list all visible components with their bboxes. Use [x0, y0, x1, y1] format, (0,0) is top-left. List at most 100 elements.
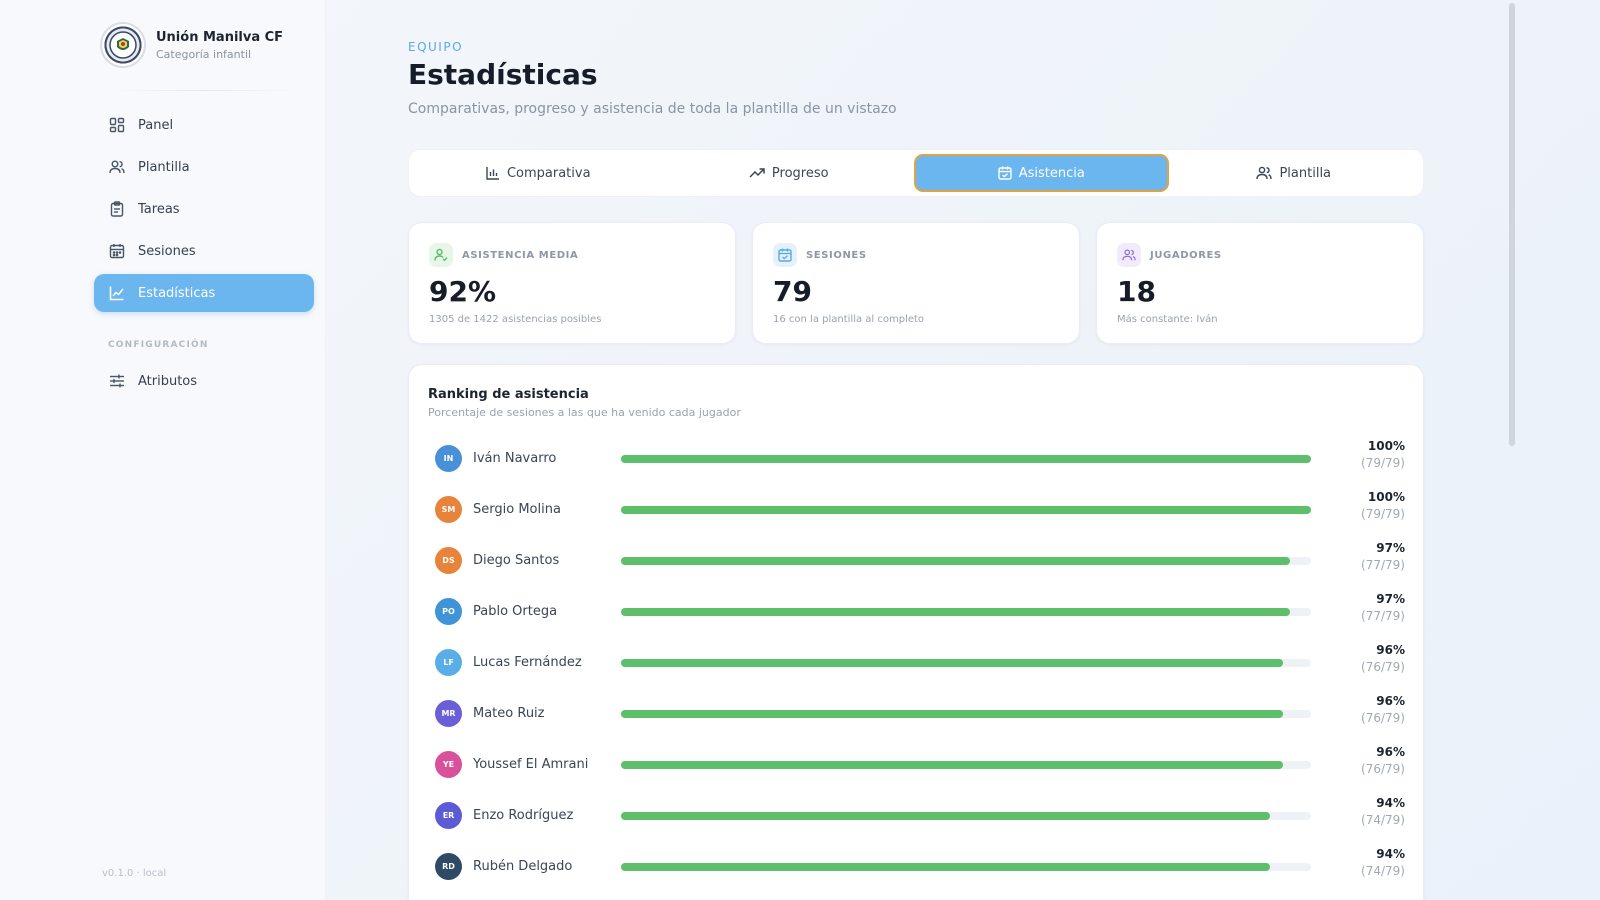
percent-value: 96% [1376, 694, 1405, 708]
player-name: Pablo Ortega [473, 604, 558, 619]
sidebar-item-panel[interactable]: Panel [94, 106, 314, 144]
tab-asistencia[interactable]: Asistencia [914, 154, 1169, 192]
page-eyebrow: EQUIPO [408, 40, 464, 54]
stat-sub: 16 con la plantilla al completo [773, 314, 925, 325]
avatar: IN [435, 445, 462, 472]
attendance-percent: 96% (76/79) [1361, 694, 1405, 725]
sidebar-item-atributos[interactable]: Atributos [94, 362, 314, 400]
attendance-bar-fill [621, 811, 1270, 820]
attendance-bar [621, 658, 1311, 667]
stat-value: 18 [1117, 275, 1156, 308]
session-count: (77/79) [1361, 558, 1405, 572]
avatar: PO [435, 598, 462, 625]
session-count: (76/79) [1361, 660, 1405, 674]
sidebar-item-label: Plantilla [138, 159, 190, 175]
ranking-list: IN Iván Navarro 100% (79/79) SM Sergio Molina… [435, 433, 1405, 892]
sidebar-item-plantilla[interactable]: Plantilla [94, 148, 314, 186]
trending-up-icon [749, 166, 765, 180]
attendance-percent: 96% (76/79) [1361, 643, 1405, 674]
stat-value: 92% [429, 275, 497, 308]
attendance-bar [621, 760, 1311, 769]
version-label: v0.1.0 · local [102, 868, 167, 879]
stat-value: 79 [773, 275, 812, 308]
grid-icon [108, 116, 126, 134]
chart-line-icon [108, 284, 126, 302]
bar-chart-icon [486, 166, 500, 180]
attendance-bar-fill [621, 556, 1291, 565]
sidebar-item-label: Tareas [138, 201, 180, 217]
page-title: Estadísticas [408, 58, 598, 91]
list-item: IN Iván Navarro 100% (79/79) [435, 433, 1405, 484]
player-name: Youssef El Amrani [473, 757, 589, 772]
sidebar-item-label: Panel [138, 117, 174, 133]
percent-value: 94% [1376, 796, 1405, 810]
session-count: (79/79) [1361, 507, 1405, 521]
session-count: (76/79) [1361, 762, 1405, 776]
attendance-bar [621, 454, 1311, 463]
attendance-bar-fill [621, 454, 1311, 463]
attendance-bar [621, 811, 1311, 820]
list-item: PO Pablo Ortega 97% (77/79) [435, 586, 1405, 637]
avatar: YE [435, 751, 462, 778]
nav-section-config: CONFIGURACIÓN [108, 340, 209, 350]
calendar-check-icon [773, 243, 797, 267]
sidebar-item-tareas[interactable]: Tareas [94, 190, 314, 228]
users-icon [1256, 166, 1273, 180]
attendance-bar-fill [621, 760, 1284, 769]
session-count: (77/79) [1361, 609, 1405, 623]
main-nav: Panel Plantilla Tareas Sesiones Estadíst… [94, 106, 314, 316]
list-item: SM Sergio Molina 100% (79/79) [435, 484, 1405, 535]
percent-value: 96% [1376, 745, 1405, 759]
scrollbar-thumb[interactable] [1509, 3, 1515, 446]
ranking-title: Ranking de asistencia [428, 387, 589, 402]
attendance-bar-fill [621, 505, 1311, 514]
player-name: Sergio Molina [473, 502, 561, 517]
session-count: (74/79) [1361, 864, 1405, 878]
sliders-icon [108, 372, 126, 390]
player-name: Rubén Delgado [473, 859, 573, 874]
club-logo [100, 22, 146, 68]
sidebar-item-label: Sesiones [138, 243, 196, 259]
list-item: RD Rubén Delgado 94% (74/79) [435, 841, 1405, 892]
percent-value: 96% [1376, 643, 1405, 657]
tab-comparativa[interactable]: Comparativa [413, 154, 664, 192]
player-name: Diego Santos [473, 553, 560, 568]
player-name: Iván Navarro [473, 451, 557, 466]
percent-value: 97% [1376, 541, 1405, 555]
tab-plantilla[interactable]: Plantilla [1169, 154, 1420, 192]
session-count: (76/79) [1361, 711, 1405, 725]
club-category: Categoría infantil [156, 47, 252, 61]
attendance-bar [621, 709, 1311, 718]
attendance-bar [621, 505, 1311, 514]
scrollbar[interactable] [1508, 0, 1516, 900]
sidebar: Unión Manilva CF Categoría infantil Pane… [0, 0, 326, 900]
page-subtitle: Comparativas, progreso y asistencia de t… [408, 101, 897, 117]
stat-cards: ASISTENCIA MEDIA 92% 1305 de 1422 asiste… [408, 222, 1424, 344]
attendance-percent: 94% (74/79) [1361, 796, 1405, 827]
list-item: LF Lucas Fernández 96% (76/79) [435, 637, 1405, 688]
club-name: Unión Manilva CF [156, 29, 284, 45]
sidebar-item-label: Atributos [138, 373, 198, 389]
attendance-bar [621, 556, 1311, 565]
attendance-bar-fill [621, 709, 1284, 718]
attendance-percent: 100% (79/79) [1361, 439, 1405, 470]
attendance-percent: 94% (74/79) [1361, 847, 1405, 878]
brand[interactable]: Unión Manilva CF Categoría infantil [100, 22, 283, 68]
stats-tabs: Comparativa Progreso Asistencia Plantill… [408, 149, 1424, 197]
stat-label: JUGADORES [1150, 249, 1222, 261]
divider [110, 90, 298, 91]
list-item: YE Youssef El Amrani 96% (76/79) [435, 739, 1405, 790]
tab-label: Progreso [771, 165, 829, 181]
sidebar-item-estadisticas[interactable]: Estadísticas [94, 274, 314, 312]
sidebar-item-sesiones[interactable]: Sesiones [94, 232, 314, 270]
avatar: SM [435, 496, 462, 523]
attendance-bar [621, 607, 1311, 616]
list-item: ER Enzo Rodríguez 94% (74/79) [435, 790, 1405, 841]
attendance-bar [621, 862, 1311, 871]
list-item: MR Mateo Ruiz 96% (76/79) [435, 688, 1405, 739]
tab-progreso[interactable]: Progreso [664, 154, 915, 192]
avatar: MR [435, 700, 462, 727]
sidebar-item-label: Estadísticas [138, 285, 216, 301]
config-nav: Atributos [94, 362, 314, 404]
percent-value: 94% [1376, 847, 1405, 861]
